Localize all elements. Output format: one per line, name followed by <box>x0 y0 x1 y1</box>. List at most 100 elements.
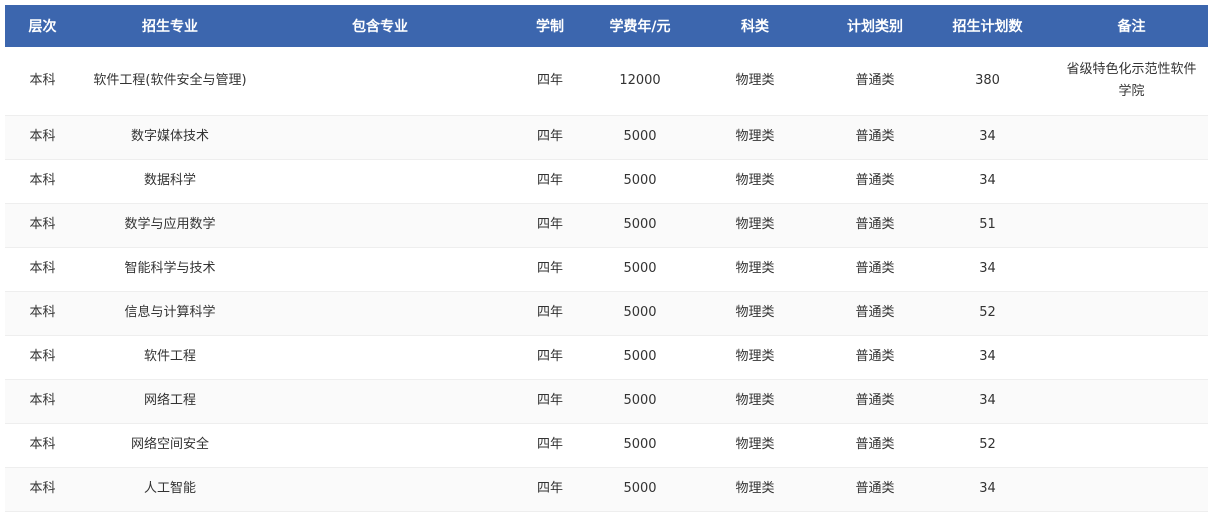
cell-plan-type: 普通类 <box>830 467 920 512</box>
header-duration: 学制 <box>536 19 564 35</box>
cell-level: 本科 <box>5 379 80 424</box>
cell-major: 数字媒体技术 <box>80 115 260 160</box>
cell-major: 软件工程 <box>80 335 260 380</box>
cell-major: 智能科学与技术 <box>80 247 260 292</box>
cell-included <box>260 467 500 512</box>
cell-plan-type: 普通类 <box>830 335 920 380</box>
table-row: 本科 数字媒体技术 四年 5000 物理类 普通类 34 <box>5 115 1208 160</box>
header-level: 层次 <box>28 19 57 35</box>
cell-level: 本科 <box>5 335 80 380</box>
header-included: 包含专业 <box>352 19 408 35</box>
table-row: 本科 数据科学 四年 5000 物理类 普通类 34 <box>5 159 1208 204</box>
cell-duration: 四年 <box>500 379 600 424</box>
admission-plan-table: 层次 招生专业 包含专业 学制 学费年/元 科类 计划类别 招生计划数 备注 本… <box>5 5 1208 512</box>
cell-major: 网络工程 <box>80 379 260 424</box>
cell-duration: 四年 <box>500 247 600 292</box>
cell-remark <box>1055 467 1208 512</box>
cell-included <box>260 335 500 380</box>
cell-tuition: 5000 <box>600 291 680 336</box>
cell-plan-count: 52 <box>920 291 1055 336</box>
cell-level: 本科 <box>5 291 80 336</box>
cell-remark <box>1055 115 1208 160</box>
cell-tuition: 12000 <box>600 47 680 116</box>
cell-remark <box>1055 247 1208 292</box>
table-row: 本科 数学与应用数学 四年 5000 物理类 普通类 51 <box>5 203 1208 248</box>
cell-remark <box>1055 379 1208 424</box>
cell-remark <box>1055 335 1208 380</box>
cell-major: 软件工程(软件安全与管理) <box>80 47 260 116</box>
cell-plan-count: 52 <box>920 423 1055 468</box>
cell-included <box>260 379 500 424</box>
cell-included <box>260 159 500 204</box>
cell-level: 本科 <box>5 423 80 468</box>
cell-plan-type: 普通类 <box>830 159 920 204</box>
cell-plan-type: 普通类 <box>830 247 920 292</box>
cell-duration: 四年 <box>500 203 600 248</box>
cell-tuition: 5000 <box>600 423 680 468</box>
cell-major: 数据科学 <box>80 159 260 204</box>
cell-major: 数学与应用数学 <box>80 203 260 248</box>
cell-plan-count: 34 <box>920 379 1055 424</box>
cell-tuition: 5000 <box>600 247 680 292</box>
table-row: 本科 软件工程 四年 5000 物理类 普通类 34 <box>5 335 1208 380</box>
table-row: 本科 人工智能 四年 5000 物理类 普通类 34 <box>5 467 1208 512</box>
cell-tuition: 5000 <box>600 467 680 512</box>
cell-level: 本科 <box>5 47 80 116</box>
table-row: 本科 网络空间安全 四年 5000 物理类 普通类 52 <box>5 423 1208 468</box>
cell-tuition: 5000 <box>600 159 680 204</box>
cell-plan-type: 普通类 <box>830 423 920 468</box>
cell-category: 物理类 <box>680 247 830 292</box>
cell-plan-type: 普通类 <box>830 203 920 248</box>
cell-level: 本科 <box>5 247 80 292</box>
cell-duration: 四年 <box>500 467 600 512</box>
cell-plan-count: 51 <box>920 203 1055 248</box>
cell-category: 物理类 <box>680 115 830 160</box>
cell-plan-count: 34 <box>920 335 1055 380</box>
cell-major: 信息与计算科学 <box>80 291 260 336</box>
header-plan-type: 计划类别 <box>847 19 903 35</box>
cell-category: 物理类 <box>680 423 830 468</box>
header-tuition: 学费年/元 <box>609 19 671 35</box>
cell-level: 本科 <box>5 467 80 512</box>
cell-plan-count: 380 <box>920 47 1055 116</box>
cell-remark <box>1055 423 1208 468</box>
cell-category: 物理类 <box>680 335 830 380</box>
cell-duration: 四年 <box>500 159 600 204</box>
cell-plan-count: 34 <box>920 247 1055 292</box>
cell-level: 本科 <box>5 159 80 204</box>
cell-included <box>260 423 500 468</box>
cell-level: 本科 <box>5 115 80 160</box>
cell-plan-count: 34 <box>920 159 1055 204</box>
cell-included <box>260 47 500 116</box>
header-remark: 备注 <box>1117 19 1146 35</box>
cell-included <box>260 115 500 160</box>
cell-plan-type: 普通类 <box>830 47 920 116</box>
cell-duration: 四年 <box>500 47 600 116</box>
page: 层次 招生专业 包含专业 学制 学费年/元 科类 计划类别 招生计划数 备注 本… <box>0 0 1219 521</box>
cell-remark: 省级特色化示范性软件学院 <box>1055 47 1208 116</box>
cell-tuition: 5000 <box>600 335 680 380</box>
table-row: 本科 智能科学与技术 四年 5000 物理类 普通类 34 <box>5 247 1208 292</box>
header-category: 科类 <box>741 19 769 35</box>
cell-category: 物理类 <box>680 379 830 424</box>
table-body: 本科 软件工程(软件安全与管理) 四年 12000 物理类 普通类 380 省级… <box>5 47 1208 512</box>
cell-remark <box>1055 203 1208 248</box>
cell-tuition: 5000 <box>600 115 680 160</box>
cell-remark <box>1055 291 1208 336</box>
cell-major: 网络空间安全 <box>80 423 260 468</box>
cell-remark <box>1055 159 1208 204</box>
table-row: 本科 网络工程 四年 5000 物理类 普通类 34 <box>5 379 1208 424</box>
cell-tuition: 5000 <box>600 203 680 248</box>
cell-plan-type: 普通类 <box>830 379 920 424</box>
cell-plan-type: 普通类 <box>830 291 920 336</box>
cell-duration: 四年 <box>500 335 600 380</box>
cell-included <box>260 291 500 336</box>
table-row: 本科 信息与计算科学 四年 5000 物理类 普通类 52 <box>5 291 1208 336</box>
header-plan-count: 招生计划数 <box>952 19 1023 35</box>
cell-plan-type: 普通类 <box>830 115 920 160</box>
header-major: 招生专业 <box>142 19 198 35</box>
cell-duration: 四年 <box>500 291 600 336</box>
table-row: 本科 软件工程(软件安全与管理) 四年 12000 物理类 普通类 380 省级… <box>5 47 1208 116</box>
header-row: 层次 招生专业 包含专业 学制 学费年/元 科类 计划类别 招生计划数 备注 <box>5 5 1208 47</box>
cell-duration: 四年 <box>500 115 600 160</box>
